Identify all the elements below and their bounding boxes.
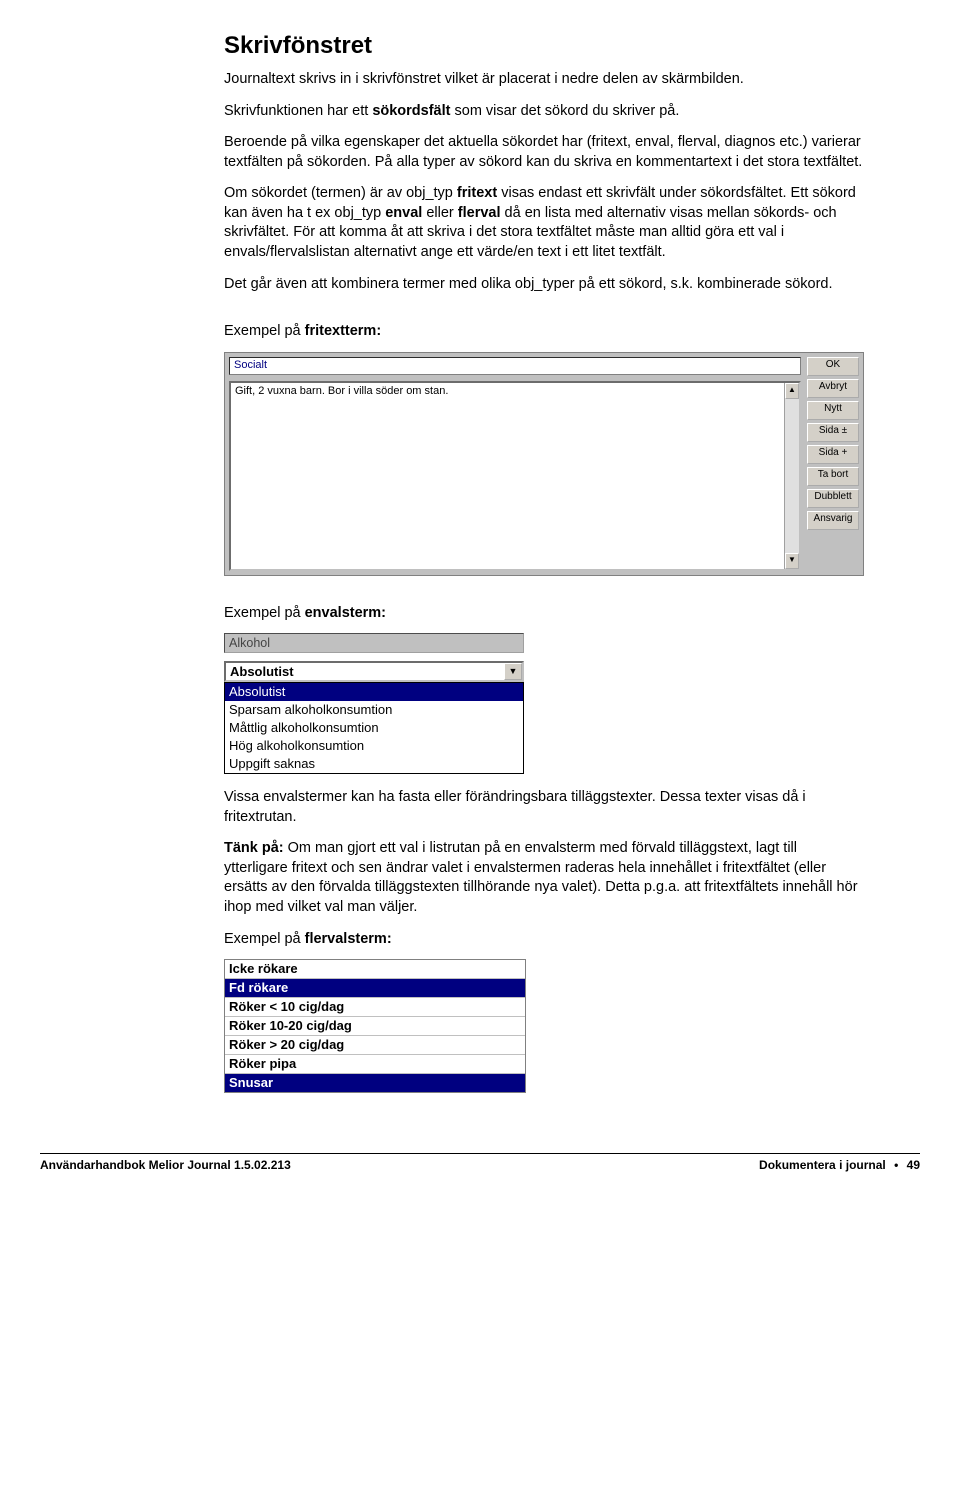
list-item[interactable]: Röker pipa [225, 1055, 525, 1074]
list-item[interactable]: Hög alkoholkonsumtion [225, 737, 523, 755]
scrollbar[interactable]: ▲ ▼ [784, 383, 799, 569]
footer-section: Dokumentera i journal [759, 1158, 886, 1172]
list-item[interactable]: Sparsam alkoholkonsumtion [225, 701, 523, 719]
fritext-text: Gift, 2 vuxna barn. Bor i villa söder om… [231, 383, 784, 569]
enval-screenshot: Alkohol Absolutist ▼ Absolutist Sparsam … [224, 633, 524, 774]
text: Exempel på [224, 605, 305, 621]
list-item[interactable]: Icke rökare [225, 960, 525, 979]
list-item[interactable]: Absolutist [225, 683, 523, 701]
footer-right: Dokumentera i journal • 49 [759, 1158, 920, 1172]
text: Skrivfunktionen har ett [224, 103, 372, 119]
page-number: 49 [907, 1158, 920, 1172]
text: Exempel på [224, 931, 305, 947]
list-item[interactable]: Röker < 10 cig/dag [225, 998, 525, 1017]
fritext-screenshot: Socialt Gift, 2 vuxna barn. Bor i villa … [224, 352, 864, 576]
tabort-button[interactable]: Ta bort [807, 467, 859, 486]
paragraph: Vissa envalstermer kan ha fasta eller fö… [224, 788, 864, 827]
example-heading-fritext: Exempel på fritextterm: [224, 322, 864, 342]
paragraph: Journaltext skrivs in i skrivfönstret vi… [224, 70, 864, 90]
text: eller [422, 205, 457, 221]
scroll-up-icon[interactable]: ▲ [785, 383, 799, 399]
enval-combobox[interactable]: Absolutist ▼ [224, 661, 524, 682]
text: som visar det sökord du skriver på. [450, 103, 679, 119]
example-heading-enval: Exempel på envalsterm: [224, 604, 864, 624]
sida-plus-button[interactable]: Sida + [807, 445, 859, 464]
list-item[interactable]: Uppgift saknas [225, 755, 523, 773]
fritext-left-pane: Socialt Gift, 2 vuxna barn. Bor i villa … [229, 357, 801, 571]
list-item[interactable]: Fd rökare [225, 979, 525, 998]
paragraph: Tänk på: Om man gjort ett val i listruta… [224, 839, 864, 917]
page-title: Skrivfönstret [224, 32, 864, 60]
text: Exempel på [224, 323, 305, 339]
fritext-textarea[interactable]: Gift, 2 vuxna barn. Bor i villa söder om… [229, 381, 801, 571]
chevron-down-icon[interactable]: ▼ [504, 663, 522, 680]
text: Om man gjort ett val i listrutan på en e… [224, 840, 858, 915]
paragraph: Beroende på vilka egenskaper det aktuell… [224, 133, 864, 172]
paragraph: Skrivfunktionen har ett sökordsfält som … [224, 102, 864, 122]
flerval-screenshot: Icke rökare Fd rökare Röker < 10 cig/dag… [224, 959, 526, 1093]
enval-dropdown-list[interactable]: Absolutist Sparsam alkoholkonsumtion Måt… [224, 682, 524, 774]
page-footer: Användarhandbok Melior Journal 1.5.02.21… [40, 1153, 920, 1172]
ok-button[interactable]: OK [807, 357, 859, 376]
footer-left: Användarhandbok Melior Journal 1.5.02.21… [40, 1158, 291, 1172]
term-bold: enval [385, 205, 422, 221]
dubblett-button[interactable]: Dubblett [807, 489, 859, 508]
term-bold: fritext [457, 185, 497, 201]
paragraph: Det går även att kombinera termer med ol… [224, 275, 864, 295]
term-bold: sökordsfält [372, 103, 450, 119]
term-bold: fritextterm: [305, 323, 382, 339]
list-item[interactable]: Röker > 20 cig/dag [225, 1036, 525, 1055]
enval-selected-value: Absolutist [226, 663, 504, 680]
enval-field-label: Alkohol [224, 633, 524, 653]
fritext-button-column: OK Avbryt Nytt Sida ± Sida + Ta bort Dub… [807, 357, 859, 571]
nytt-button[interactable]: Nytt [807, 401, 859, 420]
avbryt-button[interactable]: Avbryt [807, 379, 859, 398]
text: Om sökordet (termen) är av obj_typ [224, 185, 457, 201]
fritext-field-label: Socialt [229, 357, 801, 375]
term-bold: envalsterm: [305, 605, 386, 621]
sida-minus-button[interactable]: Sida ± [807, 423, 859, 442]
scroll-down-icon[interactable]: ▼ [785, 553, 799, 569]
example-heading-flerval: Exempel på flervalsterm: [224, 930, 864, 950]
list-item[interactable]: Röker 10-20 cig/dag [225, 1017, 525, 1036]
term-bold: Tänk på: [224, 840, 284, 856]
ansvarig-button[interactable]: Ansvarig [807, 511, 859, 530]
list-item[interactable]: Måttlig alkoholkonsumtion [225, 719, 523, 737]
list-item[interactable]: Snusar [225, 1074, 525, 1092]
term-bold: flerval [458, 205, 501, 221]
bullet-icon: • [894, 1158, 898, 1172]
term-bold: flervalsterm: [305, 931, 392, 947]
paragraph: Om sökordet (termen) är av obj_typ frite… [224, 184, 864, 262]
